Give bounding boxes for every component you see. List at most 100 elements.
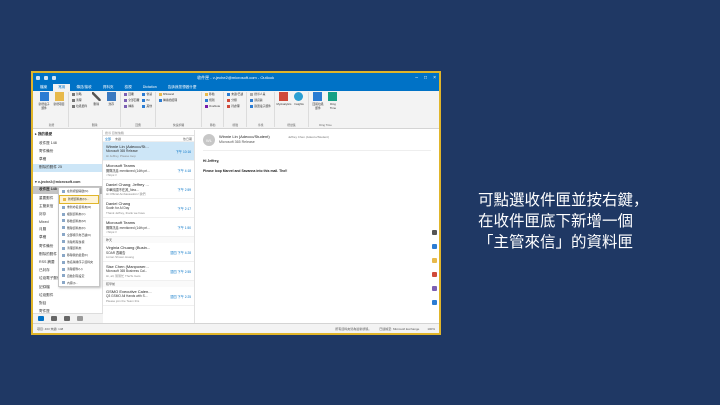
insights-icon bbox=[294, 92, 304, 101]
tab-dictation[interactable]: Dictation bbox=[138, 84, 162, 91]
ctx-properties[interactable]: 內容(I)... bbox=[59, 279, 99, 286]
arrow-down-icon[interactable] bbox=[432, 300, 437, 305]
ctx-move-folder[interactable]: 移動資料夾(M) bbox=[59, 218, 99, 225]
ctx-delete-folder[interactable]: 刪除資料夾(D) bbox=[59, 224, 99, 231]
new-items-icon bbox=[54, 92, 64, 101]
delete-button[interactable]: 刪除 bbox=[90, 92, 102, 106]
ctx-clear-flags[interactable]: 清除所有旗標 bbox=[59, 238, 99, 245]
item-count: 項目: 463 未讀: 148 bbox=[37, 326, 64, 331]
list-item[interactable]: Daniel Chang Sooth for AI Day 下午 2:17 Tha… bbox=[103, 199, 194, 218]
fav-deleted[interactable]: 刪除的郵件 25 bbox=[33, 163, 102, 172]
unread-read-button[interactable]: 未讀/已讀 bbox=[227, 92, 243, 96]
tab-file[interactable]: 檔案 bbox=[35, 84, 52, 91]
list-item[interactable]: Daniel Chang; Jeffrey ... 中華民國不在其_Nea...… bbox=[103, 180, 194, 199]
insights-button[interactable]: Insights bbox=[293, 92, 305, 106]
ctx-sort-subfolders[interactable]: 依名稱排序子資料夾 bbox=[59, 259, 99, 266]
myanalytics-icon bbox=[279, 92, 289, 101]
ignore-button[interactable]: 忽略 bbox=[72, 92, 87, 96]
fav-sent[interactable]: 寄件備份 bbox=[33, 147, 102, 155]
fav-drafts[interactable]: 草稿 bbox=[33, 155, 102, 163]
ctx-clean-folder[interactable]: 清理資料夾 bbox=[59, 245, 99, 252]
myanalytics-button[interactable]: MyAnalytics bbox=[277, 92, 291, 106]
rules-button[interactable]: 規則 bbox=[205, 98, 220, 102]
follow-up-button[interactable]: 待處理 bbox=[227, 104, 243, 108]
list-item[interactable]: Microsoft Teams 團隊訊息 mentioned (14th pri… bbox=[103, 161, 194, 180]
caption-line-2: 在收件匣底下新增一個 bbox=[478, 212, 634, 230]
people-icon[interactable] bbox=[64, 316, 70, 321]
list-item[interactable]: GSMO Executive Calen... Q3 GSMO All Hand… bbox=[103, 287, 194, 306]
ctx-rename-folder[interactable]: 重新命名資料夾(R) bbox=[59, 204, 99, 211]
flag-icon[interactable] bbox=[432, 272, 437, 277]
zoom-level[interactable]: 100% bbox=[427, 327, 435, 331]
forward-button[interactable]: 轉寄 bbox=[124, 104, 139, 108]
favorites-header[interactable]: ▸ 我的最愛 bbox=[33, 130, 102, 139]
mail-icon[interactable] bbox=[38, 316, 44, 321]
more-respond-button[interactable]: 其他 bbox=[142, 104, 152, 108]
fav-inbox[interactable]: 收件匣 148 bbox=[33, 139, 102, 147]
report-junk-button[interactable]: 回報垃圾郵件 bbox=[312, 92, 324, 110]
account-header[interactable]: ▾ v-jeche2@microsoft.com bbox=[33, 178, 102, 186]
close-icon[interactable]: × bbox=[433, 75, 436, 81]
tab-home[interactable]: 常用 bbox=[53, 84, 71, 91]
reply-all-button[interactable]: 全部回覆 bbox=[124, 98, 139, 102]
ctx-copy-folder[interactable]: 複製資料夾(C) bbox=[59, 211, 99, 218]
move-button[interactable]: 移動 bbox=[205, 92, 220, 96]
minimize-icon[interactable]: – bbox=[415, 75, 418, 81]
junk-button[interactable]: 垃圾郵件 bbox=[72, 104, 87, 108]
ctx-mark-all-read[interactable]: 全部標示為已讀(K) bbox=[59, 231, 99, 238]
address-book-button[interactable]: 通訊錄 bbox=[250, 98, 271, 102]
folder-conversation[interactable]: 對話 bbox=[33, 299, 102, 307]
filter-all[interactable]: 全部 bbox=[105, 137, 111, 141]
skype-icon[interactable] bbox=[432, 244, 437, 249]
folder-context-menu: 在新視窗開啟(N) 新增資料夾(N)... 重新命名資料夾(R) 複製資料夾(C… bbox=[58, 187, 100, 288]
list-item[interactable]: Sise Chen (Manpower... Microsoft 365 Bus… bbox=[103, 262, 194, 281]
arrow-up-icon[interactable] bbox=[432, 286, 437, 291]
ctx-open-new-window[interactable]: 在新視窗開啟(N) bbox=[59, 188, 99, 195]
sender-name[interactable]: Winnie Lin (Adecco/Student) bbox=[219, 134, 270, 139]
connection-status: 已連線至: Microsoft Exchange bbox=[379, 326, 420, 331]
ctx-remove-favorites[interactable]: 移除我的最愛(F) bbox=[59, 252, 99, 259]
ribbon-tabs: 檔案 常用 傳送/接收 資料夾 檢視 Dictation 告訴我您想做什麼 bbox=[33, 82, 439, 91]
tab-send-receive[interactable]: 傳送/接收 bbox=[71, 84, 96, 91]
module-nav-bar bbox=[33, 313, 103, 323]
tab-folder[interactable]: 資料夾 bbox=[98, 84, 119, 91]
ctx-purge[interactable]: 清除郵件(U) bbox=[59, 266, 99, 273]
categorize-button[interactable]: 分類 bbox=[227, 98, 243, 102]
list-item[interactable]: Winnie Lin (Adecco/St... Microsoft 365 R… bbox=[103, 142, 194, 161]
search-people-field[interactable]: 搜尋人員 bbox=[250, 92, 271, 96]
sort-by[interactable]: 依日期 bbox=[183, 137, 192, 141]
maximize-icon[interactable]: □ bbox=[424, 75, 427, 81]
filter-unread[interactable]: 未讀 bbox=[115, 137, 121, 141]
reply-button[interactable]: 回覆 bbox=[124, 92, 139, 96]
close-icon[interactable] bbox=[432, 230, 437, 235]
save-icon[interactable] bbox=[36, 75, 40, 80]
recipient-name[interactable]: Jeffrey Chen (Adecco/Student) bbox=[288, 135, 329, 139]
quick-step-forward-manager[interactable]: 轉寄給經理 bbox=[159, 98, 177, 102]
onenote-button[interactable]: OneNote bbox=[205, 104, 220, 108]
filter-email-button[interactable]: 篩選電子郵件 bbox=[250, 104, 271, 108]
tell-me-search[interactable]: 告訴我您想做什麼 bbox=[163, 84, 202, 91]
archive-icon bbox=[106, 92, 116, 101]
folder-icon[interactable] bbox=[432, 258, 437, 263]
new-items-button[interactable]: 新增項目 bbox=[53, 92, 65, 106]
title-bar: 收件匣 - v-jeche2@microsoft.com - Outlook –… bbox=[33, 73, 439, 82]
im-button[interactable]: IM bbox=[142, 98, 152, 102]
list-item[interactable]: Virginia Chuang (Busin... SOAR 週報告 週四 下午 … bbox=[103, 243, 194, 262]
quick-step-msstand[interactable]: MSstand bbox=[159, 92, 177, 96]
calendar-icon[interactable] bbox=[51, 316, 57, 321]
meeting-button[interactable]: 會議 bbox=[142, 92, 152, 96]
slide-caption: 可點選收件匣並按右鍵， 在收件匣底下新增一個 「主管來信」的資料匣 bbox=[478, 190, 649, 253]
ding-time-button[interactable]: Ding Time bbox=[327, 92, 339, 110]
ctx-new-folder[interactable]: 新增資料夾(N)... bbox=[59, 194, 99, 204]
list-item[interactable]: Microsoft Teams 團隊訊息 mentioned (14th pri… bbox=[103, 218, 194, 237]
message-subject: Microsoft 365 Release bbox=[219, 140, 255, 144]
body-text: Please loop Marvel and Savanna into this… bbox=[203, 169, 288, 173]
archive-button[interactable]: 封存 bbox=[105, 92, 117, 106]
undo-icon[interactable] bbox=[44, 75, 48, 80]
new-email-button[interactable]: 新增電子郵件 bbox=[38, 92, 50, 110]
ctx-autoarchive[interactable]: 自動封存設定 bbox=[59, 273, 99, 280]
clean-up-button[interactable]: 清理 bbox=[72, 98, 87, 102]
folder-junk[interactable]: 垃圾郵件 bbox=[33, 291, 102, 299]
tab-view[interactable]: 檢視 bbox=[120, 84, 137, 91]
more-icon[interactable] bbox=[77, 316, 83, 321]
